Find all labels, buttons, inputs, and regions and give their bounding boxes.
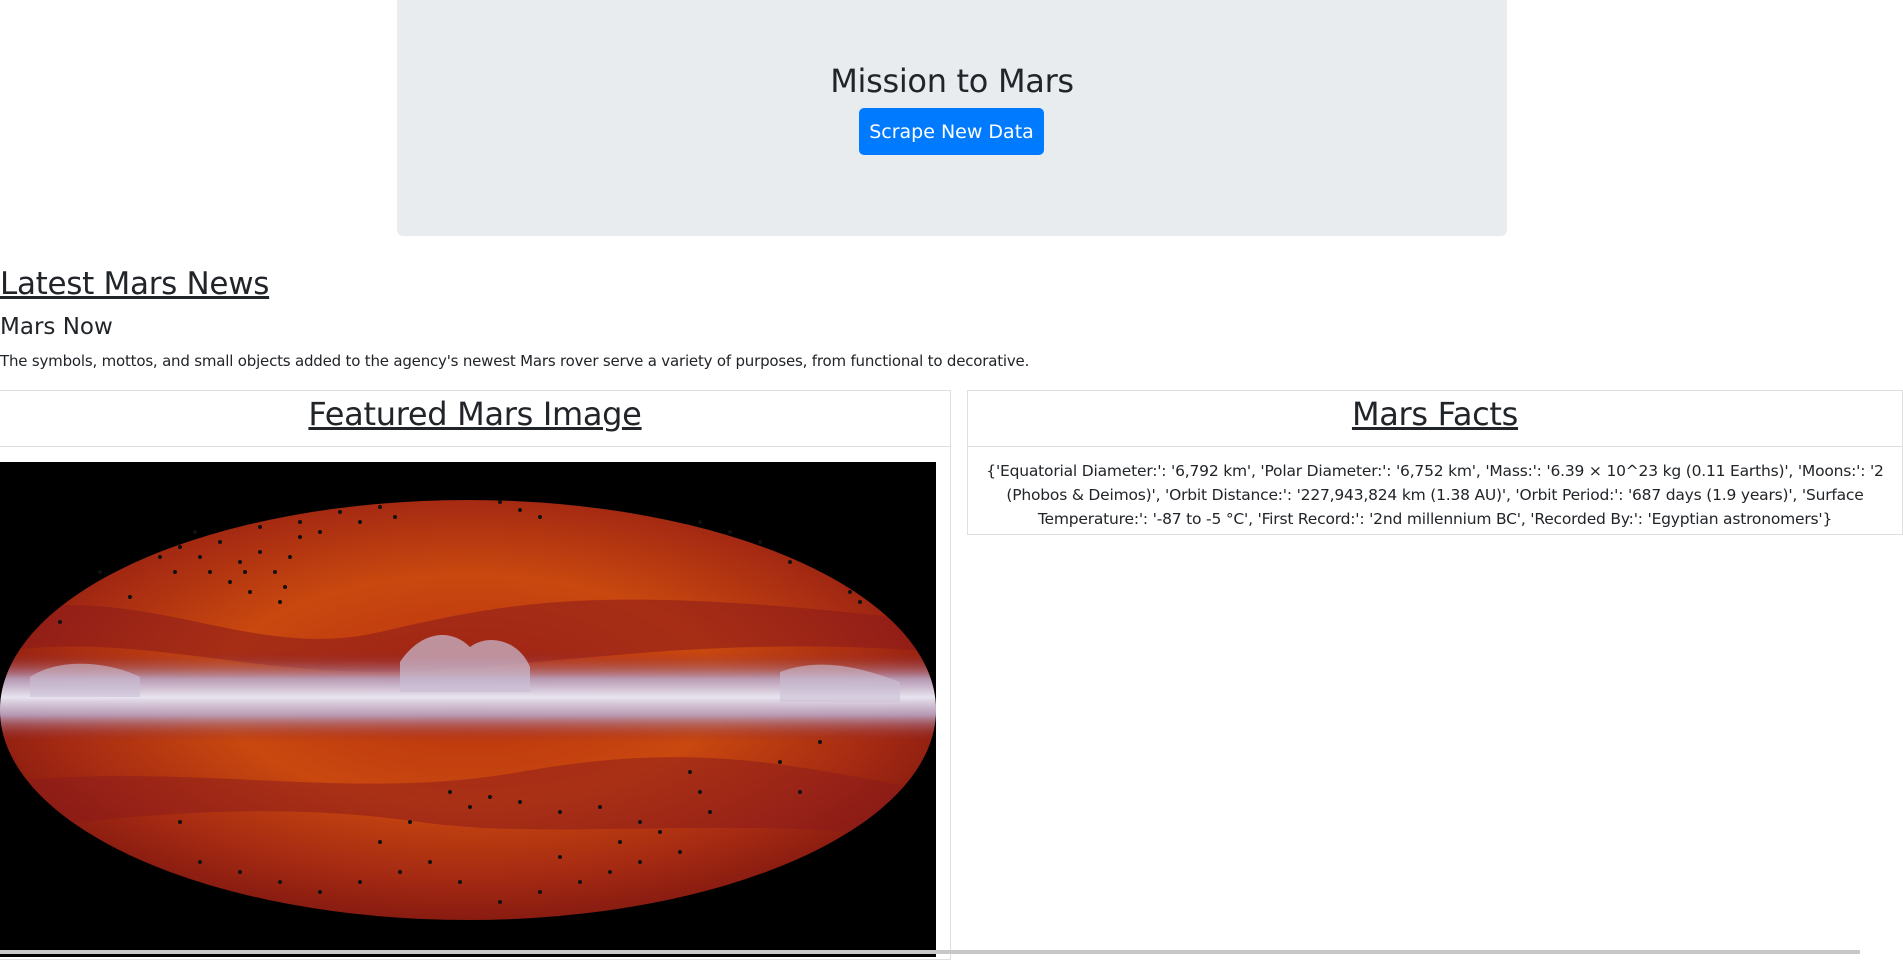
jumbotron-header: Mission to Mars Scrape New Data [397,0,1507,236]
featured-image-card-header: Featured Mars Image [0,391,950,447]
mars-facts-heading: Mars Facts [1351,395,1519,433]
featured-mars-image [0,462,936,957]
featured-image-graphic [0,462,936,957]
news-teaser: The symbols, mottos, and small objects a… [0,352,1030,370]
scrape-new-data-button[interactable]: Scrape New Data [859,108,1044,155]
mars-facts-card: Mars Facts {'Equatorial Diameter:': '6,7… [967,390,1903,535]
featured-image-card: Featured Mars Image [0,390,951,960]
page-title: Mission to Mars [830,62,1074,100]
news-headline: Mars Now [0,314,113,340]
horizontal-scrollbar[interactable] [0,950,1860,954]
featured-image-heading: Featured Mars Image [308,395,642,433]
latest-news-heading: Latest Mars News [0,266,270,302]
mars-facts-card-header: Mars Facts [968,391,1902,447]
mars-facts-text: {'Equatorial Diameter:': '6,792 km', 'Po… [986,462,1884,528]
